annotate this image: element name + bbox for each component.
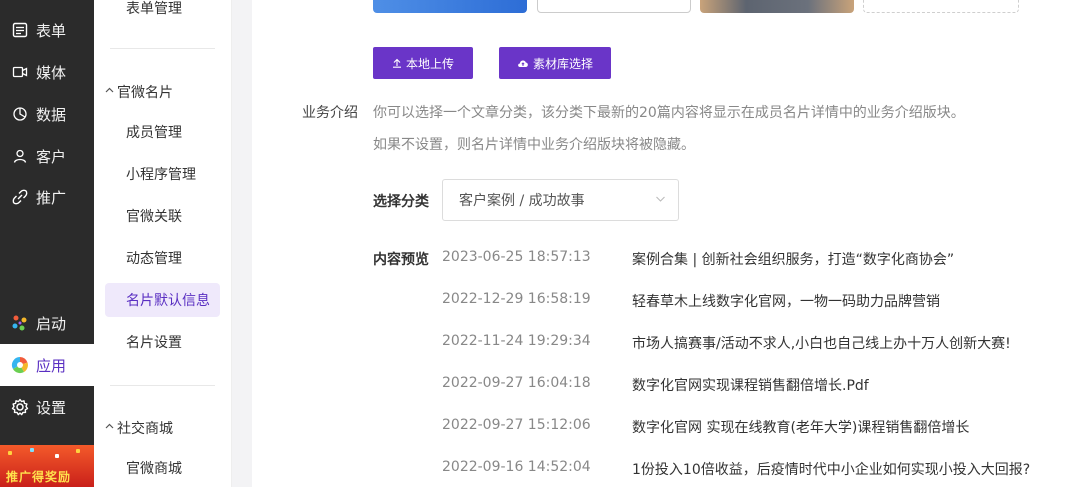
preview-date: 2022-12-29 16:58:19 — [442, 291, 591, 307]
nav-label: 客户 — [36, 147, 67, 166]
subnav-item-label: 表单管理 — [126, 1, 182, 17]
preview-date: 2022-09-16 14:52:04 — [442, 459, 591, 475]
subnav-item-card-default[interactable]: 名片默认信息 — [105, 283, 220, 317]
image-thumbnail[interactable] — [700, 0, 854, 13]
category-select-value: 客户案例 / 成功故事 — [459, 193, 585, 209]
confetti-decoration — [30, 448, 34, 452]
subnav-item-label: 官微关联 — [126, 209, 182, 225]
category-select[interactable]: 客户案例 / 成功故事 — [442, 179, 679, 221]
preview-title-link[interactable]: 轻春草木上线数字化官网，一物一码助力品牌营销 — [632, 291, 940, 311]
cloud-upload-icon — [517, 58, 529, 68]
nav-label: 应用 — [36, 356, 67, 375]
preview-title-link[interactable]: 案例合集 | 创新社会组织服务，打造“数字化商协会” — [632, 249, 954, 269]
promo-banner[interactable]: 推广得奖励 — [0, 445, 94, 487]
image-thumbnail[interactable] — [373, 0, 527, 13]
preview-title-link[interactable]: 数字化官网实现课程销售翻倍增长.Pdf — [632, 375, 869, 395]
preview-date: 2022-11-24 19:29:34 — [442, 333, 591, 349]
upload-icon — [392, 58, 402, 68]
category-label: 选择分类 — [373, 194, 429, 210]
secondary-nav: 表单管理 官微名片 成员管理 小程序管理 官微关联 动态管理 名片默认信息 名片… — [94, 0, 232, 487]
apps-icon — [10, 356, 30, 374]
preview-title-link[interactable]: 1份投入10倍收益，后疫情时代中小企业如何实现小投入大回报? — [632, 459, 1030, 479]
nav-item-promote[interactable]: 推广 — [0, 176, 94, 218]
subnav-item-label: 官微商城 — [126, 461, 182, 477]
preview-date: 2022-09-27 15:12:06 — [442, 417, 591, 433]
divider — [110, 385, 215, 386]
confetti-decoration — [8, 451, 12, 455]
nav-label: 推广 — [36, 188, 67, 207]
chevron-up-icon — [105, 86, 114, 98]
preview-label: 内容预览 — [373, 252, 429, 268]
business-intro-label: 业务介绍 — [302, 105, 358, 121]
customer-icon — [10, 148, 30, 164]
subnav-item-feed[interactable]: 动态管理 — [105, 241, 220, 275]
nav-item-settings[interactable]: 设置 — [0, 386, 94, 428]
button-label: 本地上传 — [405, 56, 454, 71]
promote-icon — [10, 189, 30, 205]
button-label: 素材库选择 — [532, 56, 593, 71]
image-thumbnail[interactable] — [537, 0, 691, 13]
nav-item-media[interactable]: 媒体 — [0, 51, 94, 93]
nav-item-customer[interactable]: 客户 — [0, 135, 94, 177]
nav-label: 媒体 — [36, 63, 67, 82]
preview-date: 2022-09-27 16:04:18 — [442, 375, 591, 391]
subnav-item-label: 小程序管理 — [126, 167, 196, 183]
launch-icon — [10, 314, 30, 332]
subnav-item-label: 成员管理 — [126, 125, 182, 141]
subnav-item-miniprogram[interactable]: 小程序管理 — [105, 157, 220, 191]
subnav-item-label: 名片设置 — [126, 335, 182, 351]
nav-item-form[interactable]: 表单 — [0, 9, 94, 51]
preview-title-link[interactable]: 市场人搞赛事/活动不求人,小白也自己线上办十万人创新大赛! — [632, 333, 1011, 353]
settings-icon — [10, 398, 30, 416]
business-intro-hint: 你可以选择一个文章分类，该分类下最新的20篇内容将显示在成员名片详情中的业务介绍… — [373, 105, 965, 121]
subnav-item-mall[interactable]: 官微商城 — [105, 451, 220, 485]
content-gutter — [232, 0, 252, 487]
nav-label: 表单 — [36, 21, 67, 40]
media-icon — [10, 64, 30, 80]
subnav-item-label: 名片默认信息 — [126, 293, 210, 309]
subnav-item-card-settings[interactable]: 名片设置 — [105, 325, 220, 359]
subnav-group-card[interactable]: 官微名片 — [105, 82, 173, 102]
subnav-item-members[interactable]: 成员管理 — [105, 115, 220, 149]
divider — [110, 48, 215, 49]
nav-label: 启动 — [36, 314, 67, 333]
main-content: 本地上传 素材库选择 业务介绍 你可以选择一个文章分类，该分类下最新的20篇内容… — [252, 0, 1080, 487]
subnav-group-label: 社交商城 — [117, 421, 173, 437]
nav-label: 数据 — [36, 105, 67, 124]
nav-label: 设置 — [36, 398, 67, 417]
nav-item-launch[interactable]: 启动 — [0, 302, 94, 344]
business-intro-hint-secondary: 如果不设置，则名片详情中业务介绍版块将被隐藏。 — [373, 137, 695, 153]
promo-label: 推广得奖励 — [6, 470, 72, 484]
primary-nav: 表单 媒体 数据 客户 推广 启动 应用 设置 推广得奖励 — [0, 0, 94, 487]
nav-item-apps[interactable]: 应用 — [0, 344, 94, 386]
chevron-up-icon — [105, 422, 114, 434]
confetti-decoration — [76, 449, 80, 453]
preview-date: 2023-06-25 18:57:13 — [442, 249, 591, 265]
chevron-down-icon — [655, 193, 666, 207]
data-icon — [10, 106, 30, 122]
confetti-decoration — [55, 454, 59, 458]
form-icon — [10, 22, 30, 38]
library-select-button[interactable]: 素材库选择 — [499, 47, 611, 79]
subnav-group-label: 官微名片 — [117, 85, 173, 101]
subnav-group-mall[interactable]: 社交商城 — [105, 418, 173, 438]
nav-item-data[interactable]: 数据 — [0, 93, 94, 135]
local-upload-button[interactable]: 本地上传 — [373, 47, 473, 79]
subnav-item-link[interactable]: 官微关联 — [105, 199, 220, 233]
subnav-item-label: 动态管理 — [126, 251, 182, 267]
subnav-item-form-manage[interactable]: 表单管理 — [105, 0, 220, 25]
image-add-slot[interactable] — [863, 0, 1019, 13]
preview-title-link[interactable]: 数字化官网 实现在线教育(老年大学)课程销售翻倍增长 — [632, 417, 969, 437]
